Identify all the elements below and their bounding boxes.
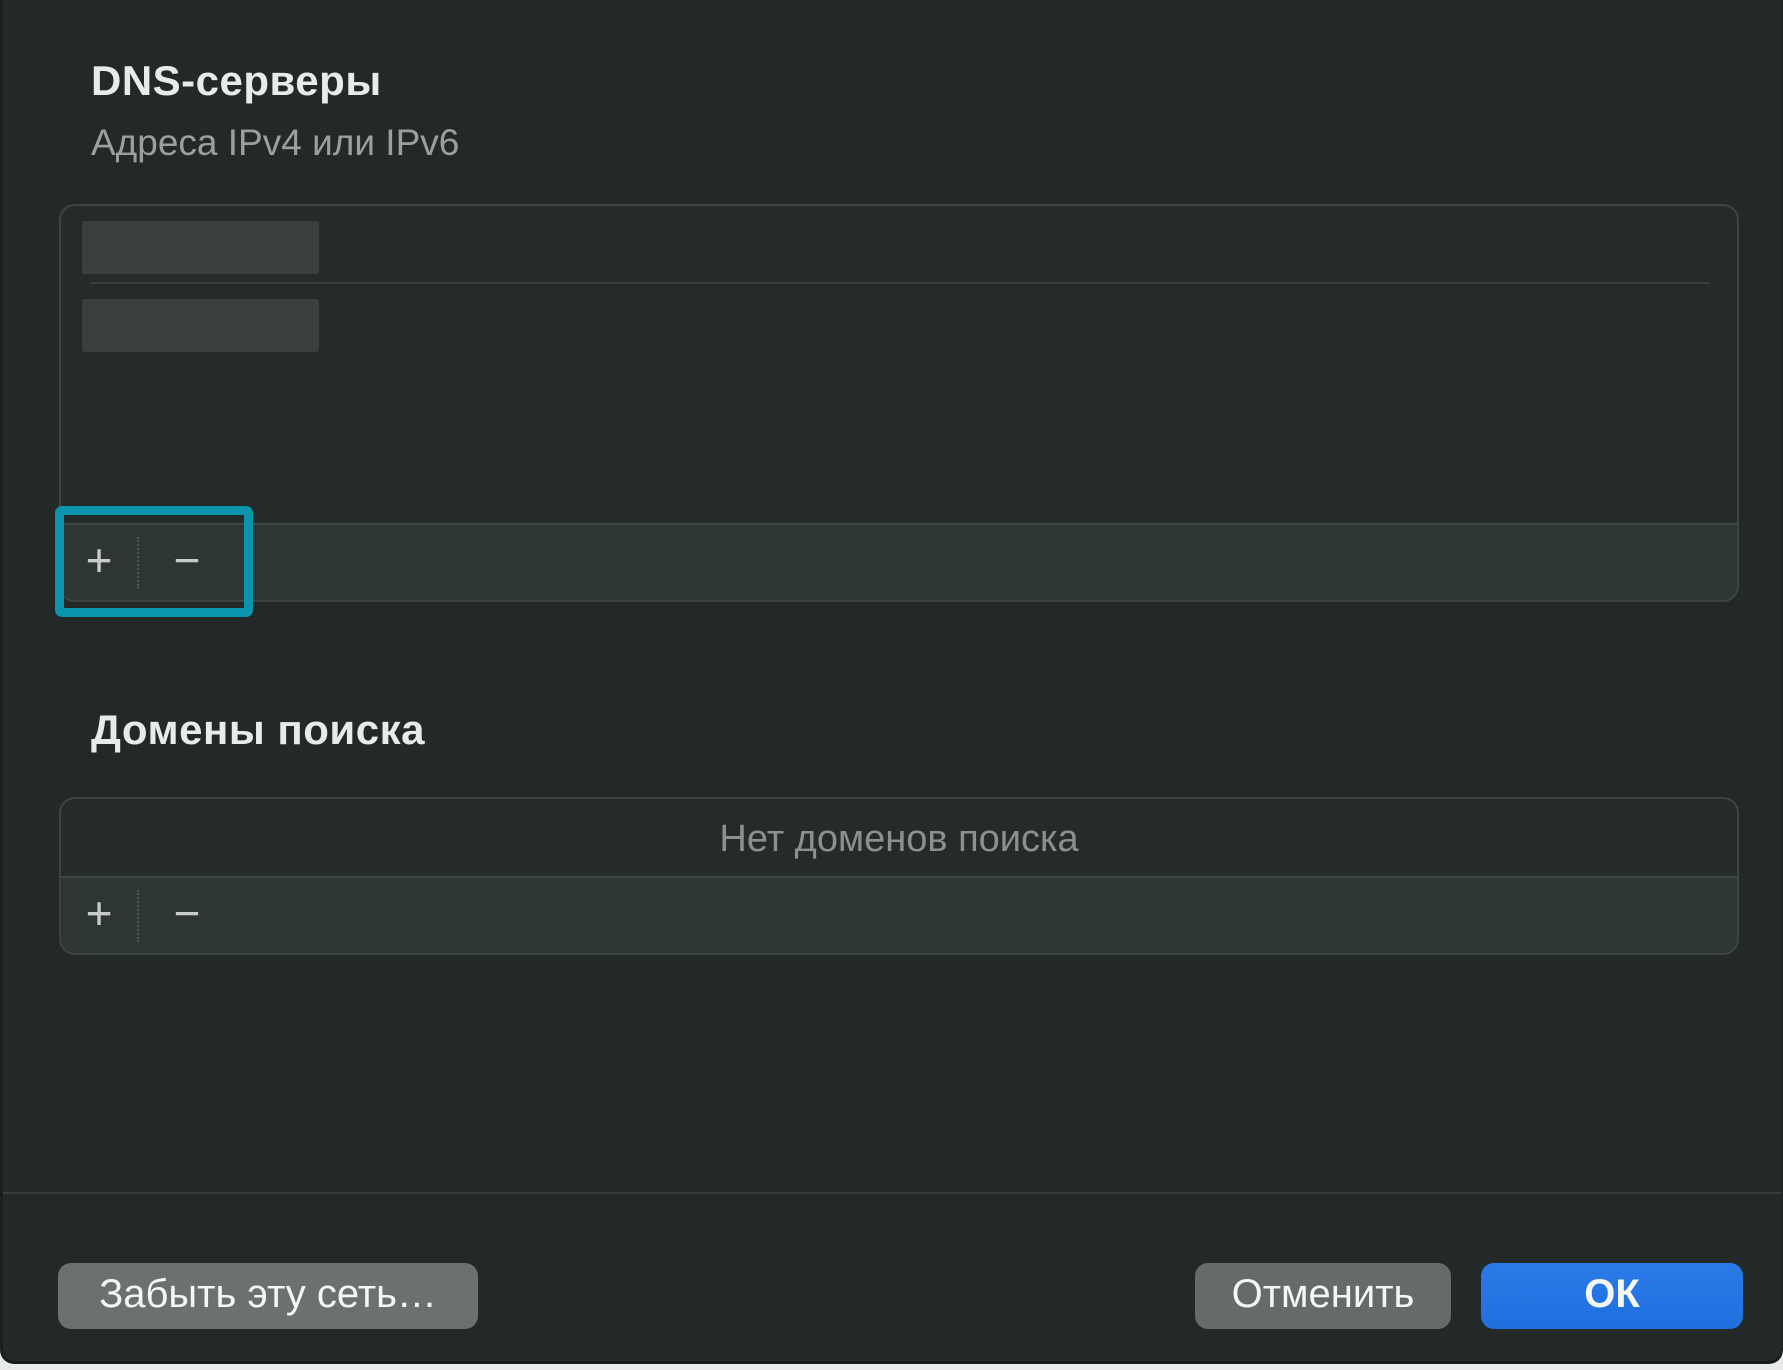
network-settings-dialog: DNS-серверы Адреса IPv4 или IPv6 + − Дом…	[0, 0, 1783, 1364]
dns-row-divider	[91, 282, 1709, 284]
dns-servers-title: DNS-серверы	[91, 57, 382, 105]
cancel-button[interactable]: Отменить	[1195, 1263, 1451, 1329]
search-domains-empty-placeholder: Нет доменов поиска	[61, 799, 1737, 880]
dns-servers-subtitle: Адреса IPv4 или IPv6	[91, 122, 459, 164]
dns-entry-redacted[interactable]	[82, 221, 319, 274]
dns-entry-redacted[interactable]	[82, 299, 319, 352]
remove-dns-server-button[interactable]: −	[139, 537, 235, 589]
forget-network-button[interactable]: Забыть эту сеть…	[58, 1263, 478, 1329]
search-domains-toolbar: + −	[61, 876, 1737, 953]
search-domains-list: Нет доменов поиска + −	[59, 797, 1739, 955]
ok-button[interactable]: ОК	[1481, 1263, 1743, 1329]
dns-list-toolbar: + −	[61, 523, 1737, 600]
remove-search-domain-button[interactable]: −	[139, 890, 235, 942]
search-domains-title: Домены поиска	[91, 706, 425, 754]
screenshot-root: DNS-серверы Адреса IPv4 или IPv6 + − Дом…	[0, 0, 1783, 1370]
dns-servers-list: + −	[59, 204, 1739, 602]
add-dns-server-button[interactable]: +	[61, 537, 137, 589]
buttons-row-divider	[3, 1192, 1781, 1194]
add-search-domain-button[interactable]: +	[61, 890, 137, 942]
